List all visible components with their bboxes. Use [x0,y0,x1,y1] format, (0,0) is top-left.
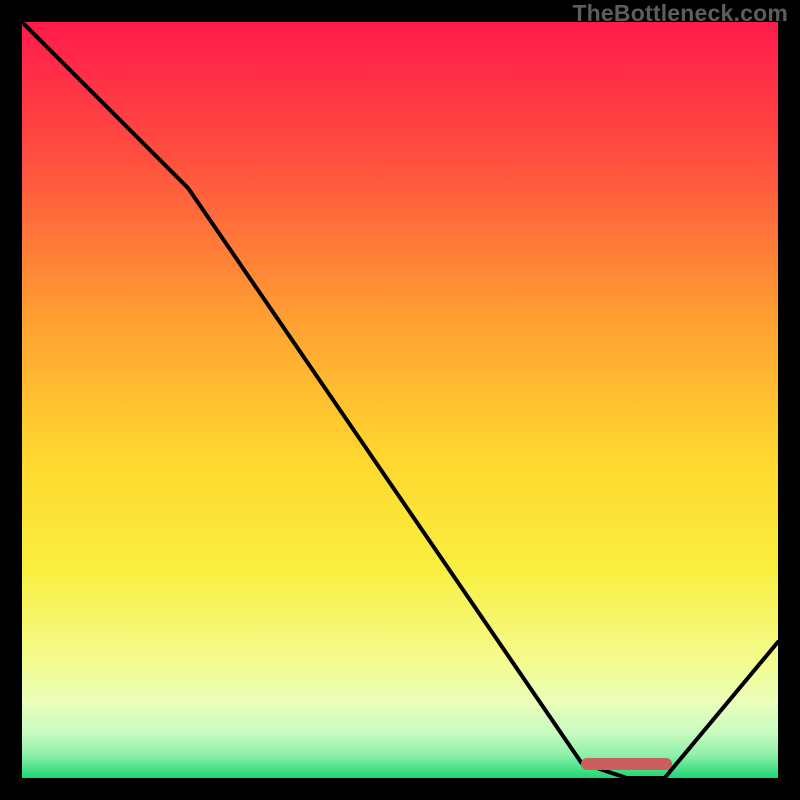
optimal-range-marker [581,758,672,770]
chart-frame: TheBottleneck.com [0,0,800,800]
plot-area [22,22,778,778]
bottleneck-curve [22,22,778,778]
watermark-text: TheBottleneck.com [572,0,788,27]
